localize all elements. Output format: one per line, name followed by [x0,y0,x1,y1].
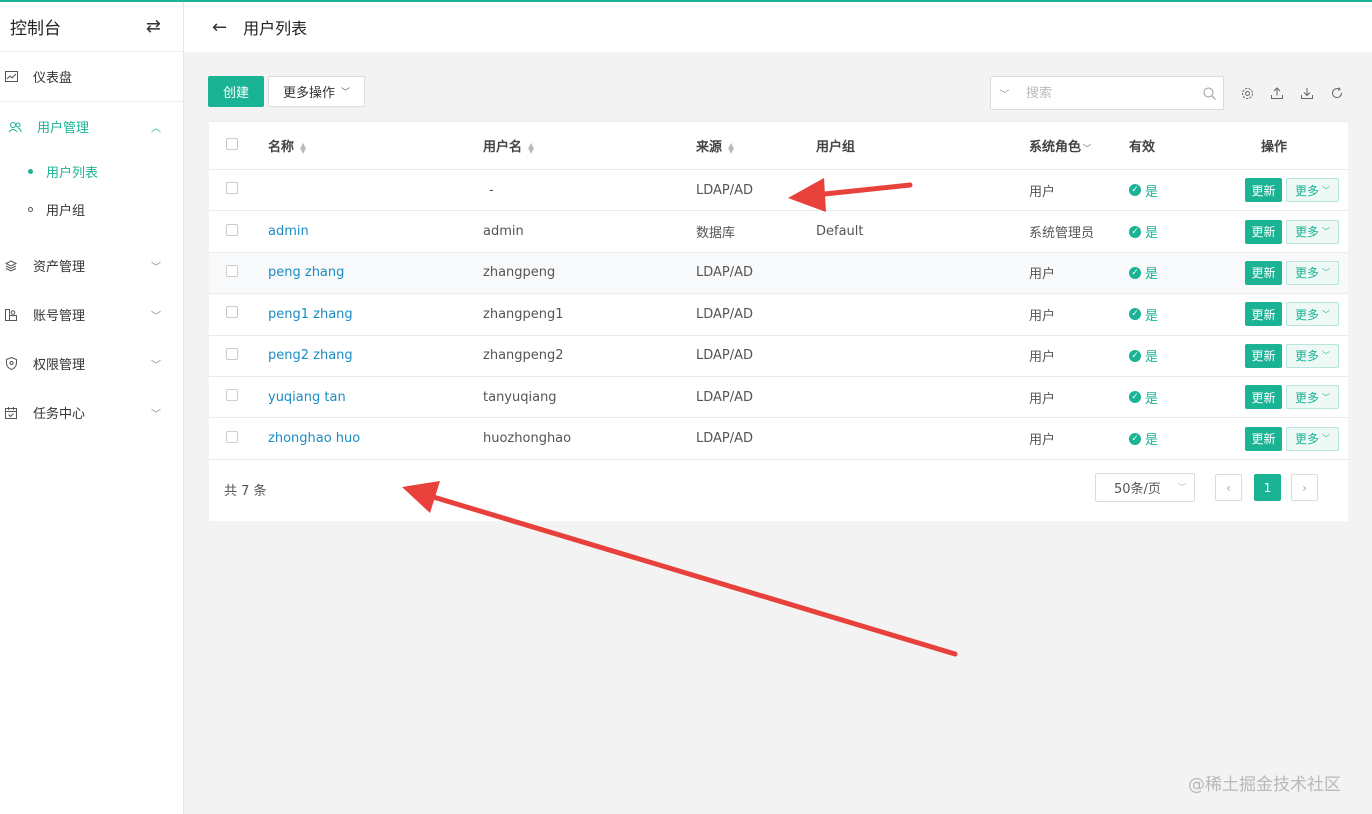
annotation-arrow [788,178,913,212]
annotation-arrows [402,178,958,657]
annotation-arrow [402,481,958,657]
watermark: @稀土掘金技术社区 [1188,775,1341,795]
